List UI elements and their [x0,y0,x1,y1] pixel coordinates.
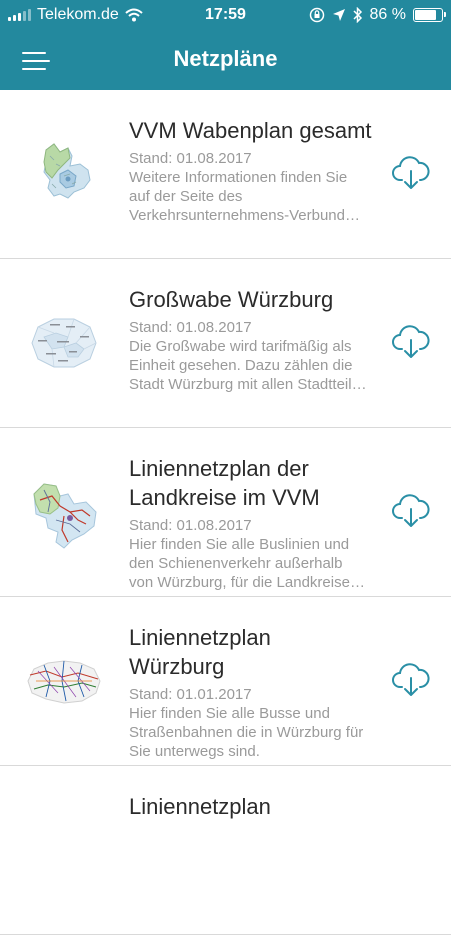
item-description-line: Einheit gesehen. Dazu zählen die [129,357,353,374]
status-right-group: 86 % [309,6,446,24]
list-item[interactable]: Liniennetzplan Würzburg Stand: 01.01.201… [0,597,451,766]
item-title-line: Großwabe Würzburg [129,287,334,312]
item-date: Stand: 01.08.2017 [129,150,252,167]
cloud-download-icon[interactable] [391,663,431,697]
battery-percent: 86 % [369,6,406,23]
item-content: VVM Wabenplan gesamt Stand: 01.08.2017 W… [129,116,389,225]
item-description-line: den Schienenverkehr außerhalb [129,555,343,572]
item-title-line: Liniennetzplan der [129,456,309,481]
cloud-download-icon[interactable] [391,156,431,190]
item-title: VVM Wabenplan gesamt [129,116,389,145]
item-description-line: Straßenbahnen die in Würzburg für [129,724,364,741]
list-item[interactable]: Großwabe Würzburg Stand: 01.08.2017 Die … [0,259,451,428]
item-title-line: Liniennetzplan [129,625,271,650]
battery-icon [413,8,446,22]
cloud-download-icon[interactable] [391,494,431,528]
item-title: Großwabe Würzburg [129,285,389,314]
map-thumbnail-vvm-wabenplan [43,143,91,199]
item-description-line: Hier finden Sie alle Busse und [129,705,330,722]
status-bar: Telekom.de 17:59 86 % [0,0,451,30]
item-description-line: von Würzburg, für die Landkreise… [129,574,365,591]
item-title-line: Würzburg [129,654,225,679]
list-item[interactable]: VVM Wabenplan gesamt Stand: 01.08.2017 W… [0,90,451,259]
item-title-line: Landkreise im VVM [129,485,320,510]
list-item[interactable]: Liniennetzplan der Landkreise im VVM Sta… [0,428,451,597]
item-date: Stand: 01.08.2017 [129,517,252,534]
list-item[interactable]: Liniennetzplan [0,766,451,935]
item-title-line: VVM Wabenplan gesamt [129,118,372,143]
item-title: Liniennetzplan [129,792,389,821]
location-arrow-icon [332,9,345,21]
item-content: Liniennetzplan Würzburg Stand: 01.01.201… [129,623,389,761]
item-content: Liniennetzplan [129,792,389,821]
item-content: Großwabe Würzburg Stand: 01.08.2017 Die … [129,285,389,394]
item-description-line: Sie unterwegs sind. [129,743,260,760]
page-title: Netzpläne [173,46,278,71]
item-description-line: Weitere Informationen finden Sie [129,169,348,186]
item-content: Liniennetzplan der Landkreise im VVM Sta… [129,454,389,592]
item-title: Liniennetzplan Würzburg [129,623,389,681]
navigation-bar: Netzpläne [0,30,451,90]
item-description-line: auf der Seite des [129,188,243,205]
item-date: Stand: 01.08.2017 [129,319,252,336]
cloud-download-icon[interactable] [391,325,431,359]
map-thumbnail-liniennetzplan-wuerzburg [27,660,101,704]
item-title: Liniennetzplan der Landkreise im VVM [129,454,389,512]
bluetooth-icon [353,7,362,23]
item-description-line: Verkehrsunternehmens-Verbund… [129,207,360,224]
netzplan-list: VVM Wabenplan gesamt Stand: 01.08.2017 W… [0,90,451,935]
item-description-line: Hier finden Sie alle Buslinien und [129,536,350,553]
item-description-line: Stadt Würzburg mit allen Stadtteil… [129,376,367,393]
map-thumbnail-liniennetzplan-landkreise [33,483,97,549]
item-date: Stand: 01.01.2017 [129,686,252,703]
item-description-line: Die Großwabe wird tarifmäßig als [129,338,352,355]
item-title-line: Liniennetzplan [129,794,271,819]
map-thumbnail-grosswabe-wuerzburg [31,318,97,368]
orientation-lock-icon [309,7,324,23]
